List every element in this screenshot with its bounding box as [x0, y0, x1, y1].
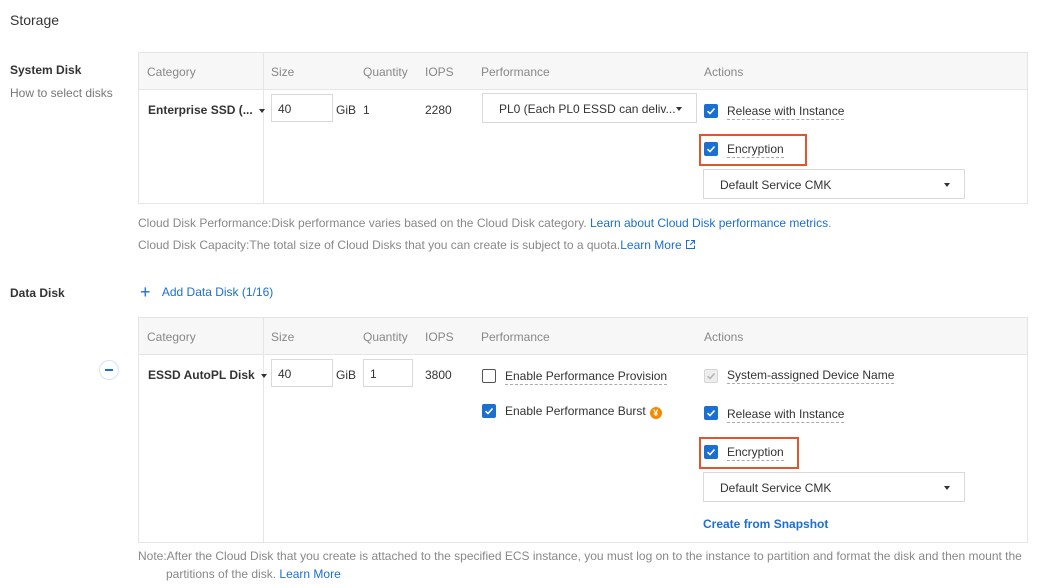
- system-disk-performance-select[interactable]: PL0 (Each PL0 ESSD can deliv...: [482, 93, 697, 123]
- header-iops: IOPS: [425, 330, 454, 344]
- data-disk-category-value: ESSD AutoPL Disk: [148, 368, 255, 382]
- header-category: Category: [147, 65, 196, 79]
- enable-performance-burst-label: Enable Performance Burst ¥: [505, 404, 662, 419]
- system-disk-category-select[interactable]: Enterprise SSD (...: [148, 103, 265, 117]
- check-icon: [484, 407, 494, 415]
- remove-data-disk-button[interactable]: [99, 360, 119, 380]
- data-disk-note-line1: Note:After the Cloud Disk that you creat…: [138, 549, 1022, 563]
- header-actions: Actions: [704, 330, 744, 344]
- system-assigned-device-name-label: System-assigned Device Name: [727, 368, 895, 384]
- cloud-disk-performance-note: Cloud Disk Performance:Disk performance …: [138, 216, 832, 230]
- header-category: Category: [147, 330, 196, 344]
- data-disk-iops: 3800: [425, 368, 452, 382]
- enable-performance-provision-label: Enable Performance Provision: [505, 369, 668, 385]
- header-size: Size: [271, 330, 295, 344]
- header-quantity: Quantity: [363, 65, 408, 79]
- system-disk-table: Category Size Quantity IOPS Performance …: [138, 52, 1028, 204]
- data-disk-learn-more-link[interactable]: Learn More: [279, 567, 340, 581]
- data-disk-size-unit: GiB: [336, 368, 357, 382]
- system-disk-label: System Disk: [10, 63, 82, 77]
- check-icon: [706, 107, 716, 115]
- system-disk-size-unit: GiB: [336, 103, 357, 117]
- capacity-learn-more-link[interactable]: Learn More: [620, 238, 696, 252]
- add-data-disk-button[interactable]: + Add Data Disk (1/16): [140, 281, 274, 302]
- system-assigned-device-name-checkbox: [704, 369, 718, 383]
- enable-performance-burst-checkbox[interactable]: [482, 404, 496, 418]
- system-disk-size-input[interactable]: 40: [271, 94, 333, 122]
- data-disk-category-select[interactable]: ESSD AutoPL Disk: [148, 368, 267, 382]
- external-link-icon: [685, 240, 695, 249]
- how-to-select-disks-link[interactable]: How to select disks: [10, 86, 113, 100]
- system-disk-kms-key-select[interactable]: Default Service CMK: [703, 169, 965, 199]
- data-release-with-instance-label: Release with Instance: [727, 407, 845, 423]
- data-disk-note-line2: partitions of the disk. Learn More: [166, 567, 341, 581]
- system-disk-kms-key-value: Default Service CMK: [720, 178, 832, 192]
- data-disk-table: Category Size Quantity IOPS Performance …: [138, 317, 1028, 543]
- column-divider: [263, 53, 264, 203]
- check-icon: [706, 409, 716, 417]
- encryption-checkbox[interactable]: [704, 142, 718, 156]
- add-data-disk-label: Add Data Disk (1/16): [161, 285, 274, 299]
- data-disk-size-input[interactable]: 40: [271, 359, 333, 387]
- cloud-disk-capacity-note: Cloud Disk Capacity:The total size of Cl…: [138, 238, 696, 252]
- header-performance: Performance: [481, 65, 550, 79]
- billing-coin-icon: ¥: [649, 407, 662, 419]
- check-icon: [706, 448, 716, 456]
- system-disk-iops: 2280: [425, 103, 452, 117]
- header-actions: Actions: [704, 65, 744, 79]
- data-disk-kms-key-select[interactable]: Default Service CMK: [703, 472, 965, 502]
- system-disk-quantity: 1: [363, 103, 370, 117]
- data-disk-table-header: Category Size Quantity IOPS Performance …: [139, 318, 1027, 355]
- enable-performance-provision-checkbox[interactable]: [482, 369, 496, 383]
- system-disk-category-value: Enterprise SSD (...: [148, 103, 253, 117]
- system-disk-table-header: Category Size Quantity IOPS Performance …: [139, 53, 1027, 90]
- header-quantity: Quantity: [363, 330, 408, 344]
- create-from-snapshot-link[interactable]: Create from Snapshot: [703, 517, 828, 531]
- plus-icon: +: [140, 282, 151, 302]
- data-disk-kms-key-value: Default Service CMK: [720, 481, 832, 495]
- header-performance: Performance: [481, 330, 550, 344]
- encryption-label: Encryption: [727, 142, 784, 158]
- data-disk-quantity-input[interactable]: 1: [363, 359, 413, 387]
- header-size: Size: [271, 65, 295, 79]
- chevron-down-icon: [676, 107, 682, 111]
- data-encryption-label: Encryption: [727, 445, 784, 461]
- chevron-down-icon: [944, 183, 950, 187]
- check-icon: [706, 372, 716, 380]
- page-title: Storage: [10, 12, 60, 28]
- release-with-instance-checkbox[interactable]: [704, 104, 718, 118]
- chevron-down-icon: [944, 486, 950, 490]
- chevron-down-icon: [260, 373, 267, 378]
- system-disk-performance-value: PL0 (Each PL0 ESSD can deliv...: [499, 102, 676, 116]
- chevron-down-icon: [258, 108, 265, 113]
- header-iops: IOPS: [425, 65, 454, 79]
- data-disk-label: Data Disk: [10, 286, 65, 300]
- performance-metrics-link[interactable]: Learn about Cloud Disk performance metri…: [590, 216, 828, 230]
- data-encryption-checkbox[interactable]: [704, 445, 718, 459]
- check-icon: [706, 145, 716, 153]
- release-with-instance-label: Release with Instance: [727, 104, 845, 120]
- column-divider: [263, 318, 264, 542]
- data-release-with-instance-checkbox[interactable]: [704, 406, 718, 420]
